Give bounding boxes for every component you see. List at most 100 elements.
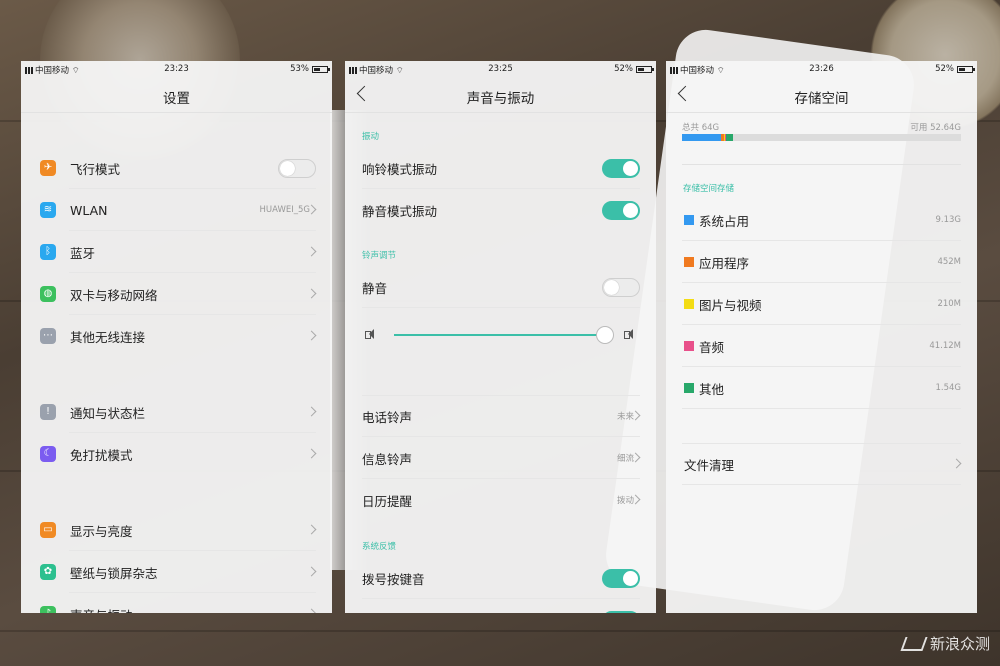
settings-item-label: 通知与状态栏	[70, 405, 146, 421]
battery-icon	[636, 65, 654, 73]
file-clean-row[interactable]: 文件清理	[666, 443, 977, 485]
usage-segment-other	[726, 134, 733, 141]
chevron-right-icon	[306, 608, 317, 613]
chevron-right-icon	[306, 288, 317, 299]
volume-thumb[interactable]	[596, 326, 614, 344]
settings-item[interactable]: ☾ 免打扰模式	[21, 433, 332, 475]
title-bar: 声音与振动	[345, 77, 656, 113]
storage-usage-bar	[682, 134, 961, 141]
storage-item-size: 9.13G	[935, 215, 961, 225]
settings-item-label: WLAN	[70, 202, 108, 218]
message-ringtone-row[interactable]: 信息铃声 细流	[345, 437, 656, 479]
sound-icon: ♪	[40, 606, 56, 613]
legend-swatch-icon	[684, 215, 694, 225]
settings-item-label: 双卡与移动网络	[70, 287, 158, 303]
settings-item[interactable]: ≋ WLAN HUAWEI_5G	[21, 189, 332, 231]
settings-item[interactable]: ◍ 双卡与移动网络	[21, 273, 332, 315]
chevron-right-icon	[306, 406, 317, 417]
phone-ringtone-row[interactable]: 电话铃声 未来	[345, 395, 656, 437]
battery-icon	[312, 65, 330, 73]
storage-summary: 总共 64G 可用 52.64G	[682, 121, 961, 133]
dial-tone-toggle[interactable]	[602, 568, 640, 588]
settings-item[interactable]: ✿ 壁纸与锁屏杂志	[21, 551, 332, 593]
section-ringtone: 铃声调节	[362, 251, 397, 261]
storage-item[interactable]: 系统占用 9.13G	[666, 199, 977, 241]
storage-item[interactable]: 应用程序 452M	[666, 241, 977, 283]
settings-screen: 中国移动 ⌔ 23:23 53% 设置 ✈ 飞行模式 ≋ WLAN HUAWEI_5G ᛒ…	[21, 61, 332, 613]
wifi-icon: ≋	[40, 202, 56, 218]
silent-vibrate-toggle[interactable]	[602, 200, 640, 220]
storage-item[interactable]: 音频 41.12M	[666, 325, 977, 367]
wlan-network-value: HUAWEI_5G	[259, 205, 311, 215]
settings-item-label: 免打扰模式	[70, 447, 133, 463]
watermark: 新浪众测	[900, 633, 990, 654]
status-bar: 中国移动 ⌔ 23:26 52%	[666, 61, 977, 77]
legend-swatch-icon	[684, 299, 694, 309]
next-feedback-toggle[interactable]	[602, 610, 640, 613]
storage-screen: 中国移动 ⌔ 23:26 52% 存储空间 总共 64G 可用 52.64G 存…	[666, 61, 977, 613]
chevron-right-icon	[951, 458, 962, 469]
page-title: 声音与振动	[466, 91, 535, 107]
globe-icon: ◍	[40, 286, 56, 302]
silent-vibrate-row[interactable]: 静音模式振动	[345, 189, 656, 231]
storage-item-label: 其他	[699, 381, 725, 397]
settings-item-label: 飞行模式	[70, 161, 121, 177]
status-bar: 中国移动 ⌔ 23:25 52%	[345, 61, 656, 77]
volume-slider[interactable]	[345, 315, 656, 355]
storage-available: 可用 52.64G	[910, 123, 961, 133]
settings-item-label: 其他无线连接	[70, 329, 146, 345]
chevron-right-icon	[306, 448, 317, 459]
more-icon: ⋯	[40, 328, 56, 344]
chevron-right-icon	[306, 246, 317, 257]
moon-icon: ☾	[40, 446, 56, 462]
legend-swatch-icon	[684, 383, 694, 393]
storage-total: 总共 64G	[682, 123, 720, 133]
chevron-right-icon	[306, 524, 317, 535]
storage-item-size: 41.12M	[929, 341, 961, 351]
settings-item[interactable]: ♪ 声音与振动	[21, 593, 332, 613]
settings-item[interactable]: ⋯ 其他无线连接	[21, 315, 332, 357]
mute-toggle[interactable]	[602, 277, 640, 297]
bluetooth-icon: ᛒ	[40, 244, 56, 260]
settings-item[interactable]: ! 通知与状态栏	[21, 391, 332, 433]
legend-swatch-icon	[684, 341, 694, 351]
storage-item[interactable]: 图片与视频 210M	[666, 283, 977, 325]
dial-tone-row[interactable]: 拨号按键音	[345, 557, 656, 599]
storage-item[interactable]: 其他 1.54G	[666, 367, 977, 409]
legend-swatch-icon	[684, 257, 694, 267]
watermark-logo-icon	[900, 636, 928, 651]
exclamation-icon: !	[40, 404, 56, 420]
storage-item-size: 210M	[937, 299, 961, 309]
storage-item-label: 图片与视频	[699, 297, 762, 313]
settings-item-label: 声音与振动	[70, 605, 133, 614]
chevron-right-icon	[306, 330, 317, 341]
airplane-mode-toggle[interactable]	[278, 158, 316, 178]
ring-vibrate-toggle[interactable]	[602, 158, 640, 178]
calendar-reminder-row[interactable]: 日历提醒 拨动	[345, 479, 656, 521]
clock: 23:23	[164, 64, 189, 74]
settings-item-label: 壁纸与锁屏杂志	[70, 565, 158, 581]
storage-item-label: 应用程序	[699, 255, 750, 271]
settings-item[interactable]: ᛒ 蓝牙	[21, 231, 332, 273]
settings-item-label: 显示与亮度	[70, 523, 133, 539]
battery-percent: 52%	[935, 64, 954, 74]
airplane-icon: ✈	[40, 160, 56, 176]
display-icon: ▭	[40, 522, 56, 538]
chevron-right-icon	[306, 566, 317, 577]
next-feedback-row[interactable]	[345, 599, 656, 613]
clock: 23:26	[809, 64, 834, 74]
title-bar: 存储空间	[666, 77, 977, 113]
page-title: 存储空间	[794, 91, 849, 107]
storage-item-label: 音频	[699, 339, 725, 355]
volume-track[interactable]	[394, 334, 604, 336]
section-vibrate: 振动	[362, 132, 380, 142]
battery-percent: 53%	[290, 64, 309, 74]
mute-row[interactable]: 静音	[345, 266, 656, 308]
settings-item[interactable]: ▭ 显示与亮度	[21, 509, 332, 551]
settings-item[interactable]: ✈ 飞行模式	[21, 147, 332, 189]
storage-item-label: 系统占用	[699, 213, 750, 229]
settings-item-label: 蓝牙	[70, 245, 96, 261]
storage-section-head: 存储空间存储	[683, 184, 735, 194]
ring-vibrate-row[interactable]: 响铃模式振动	[345, 147, 656, 189]
clock: 23:25	[488, 64, 513, 74]
